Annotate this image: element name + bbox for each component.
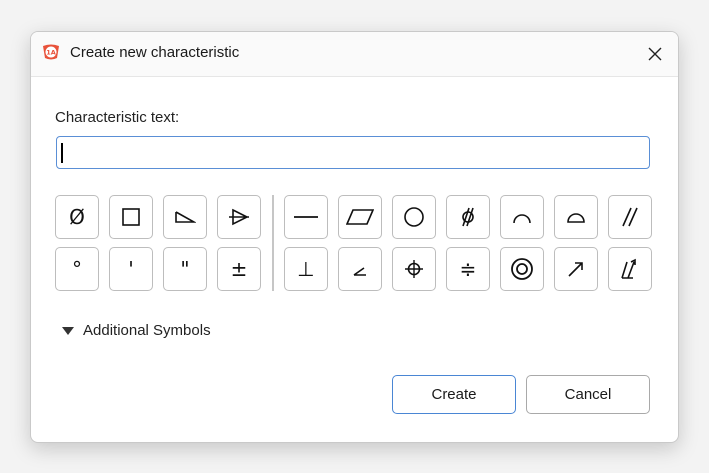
cancel-button[interactable]: Cancel [526,375,650,414]
angularity-icon [353,267,366,276]
symbol-circularity-button[interactable] [392,195,436,239]
svg-text:1A: 1A [46,49,56,57]
circularity-icon [404,207,424,227]
close-button[interactable] [632,32,678,76]
text-caret [61,143,63,163]
triangle-down-icon [62,327,74,335]
straightness-icon [294,216,318,218]
circular-runout-icon [568,262,583,277]
degree-icon: ° [72,257,82,281]
square-icon [122,208,140,226]
create-characteristic-dialog: 1A Create new characteristic Characteris… [30,31,679,443]
symbol-line-profile-button[interactable] [500,195,544,239]
symbol-parallelism-button[interactable] [608,195,652,239]
symbol-concentricity-button[interactable] [500,247,544,291]
symbol-position-button[interactable] [392,247,436,291]
symbol-slope-button[interactable] [163,195,207,239]
second-icon: " [180,257,190,281]
app-logo-icon: 1A [43,44,59,60]
characteristic-text-input[interactable] [56,136,650,169]
plusminus-icon: ± [230,257,248,281]
minute-icon: ' [128,257,134,281]
dialog-title: Create new characteristic [70,44,240,61]
symbol-minute-button[interactable]: ' [109,247,153,291]
symbol-symmetry-button[interactable]: ≑ [446,247,490,291]
perpendicularity-icon: ⊥ [297,257,315,281]
position-icon [405,260,423,278]
surface-profile-icon [567,213,585,223]
symbol-straightness-button[interactable] [284,195,328,239]
symbol-conical-taper-button[interactable] [217,195,261,239]
title-bar: 1A Create new characteristic [31,32,678,77]
symbol-group-divider [272,195,274,291]
symbol-square-button[interactable] [109,195,153,239]
flatness-icon [346,209,374,225]
total-runout-icon [621,258,636,279]
symbol-flatness-button[interactable] [338,195,382,239]
symbol-plusminus-button[interactable]: ± [217,247,261,291]
symmetry-icon: ≑ [459,257,477,281]
slope-icon [175,211,196,223]
symbol-circular-runout-button[interactable] [554,247,598,291]
line-profile-icon [513,214,531,224]
symbol-diameter-button[interactable]: Ø [55,195,99,239]
additional-symbols-toggle[interactable]: Additional Symbols [62,322,211,339]
symbol-angularity-button[interactable] [338,247,382,291]
symbol-perpendicularity-button[interactable]: ⊥ [284,247,328,291]
conical-taper-icon [229,208,249,226]
symbol-second-button[interactable]: " [163,247,207,291]
parallelism-icon [622,207,638,227]
characteristic-text-label: Characteristic text: [55,109,180,126]
diameter-icon: Ø [69,205,85,229]
close-icon [648,47,662,61]
additional-symbols-label: Additional Symbols [83,322,211,339]
symbol-total-runout-button[interactable] [608,247,652,291]
create-button[interactable]: Create [392,375,516,414]
symbol-cylindricity-button[interactable] [446,195,490,239]
symbol-degree-button[interactable]: ° [55,247,99,291]
cylindricity-icon [462,207,474,227]
symbol-surface-profile-button[interactable] [554,195,598,239]
concentricity-icon [511,258,533,280]
